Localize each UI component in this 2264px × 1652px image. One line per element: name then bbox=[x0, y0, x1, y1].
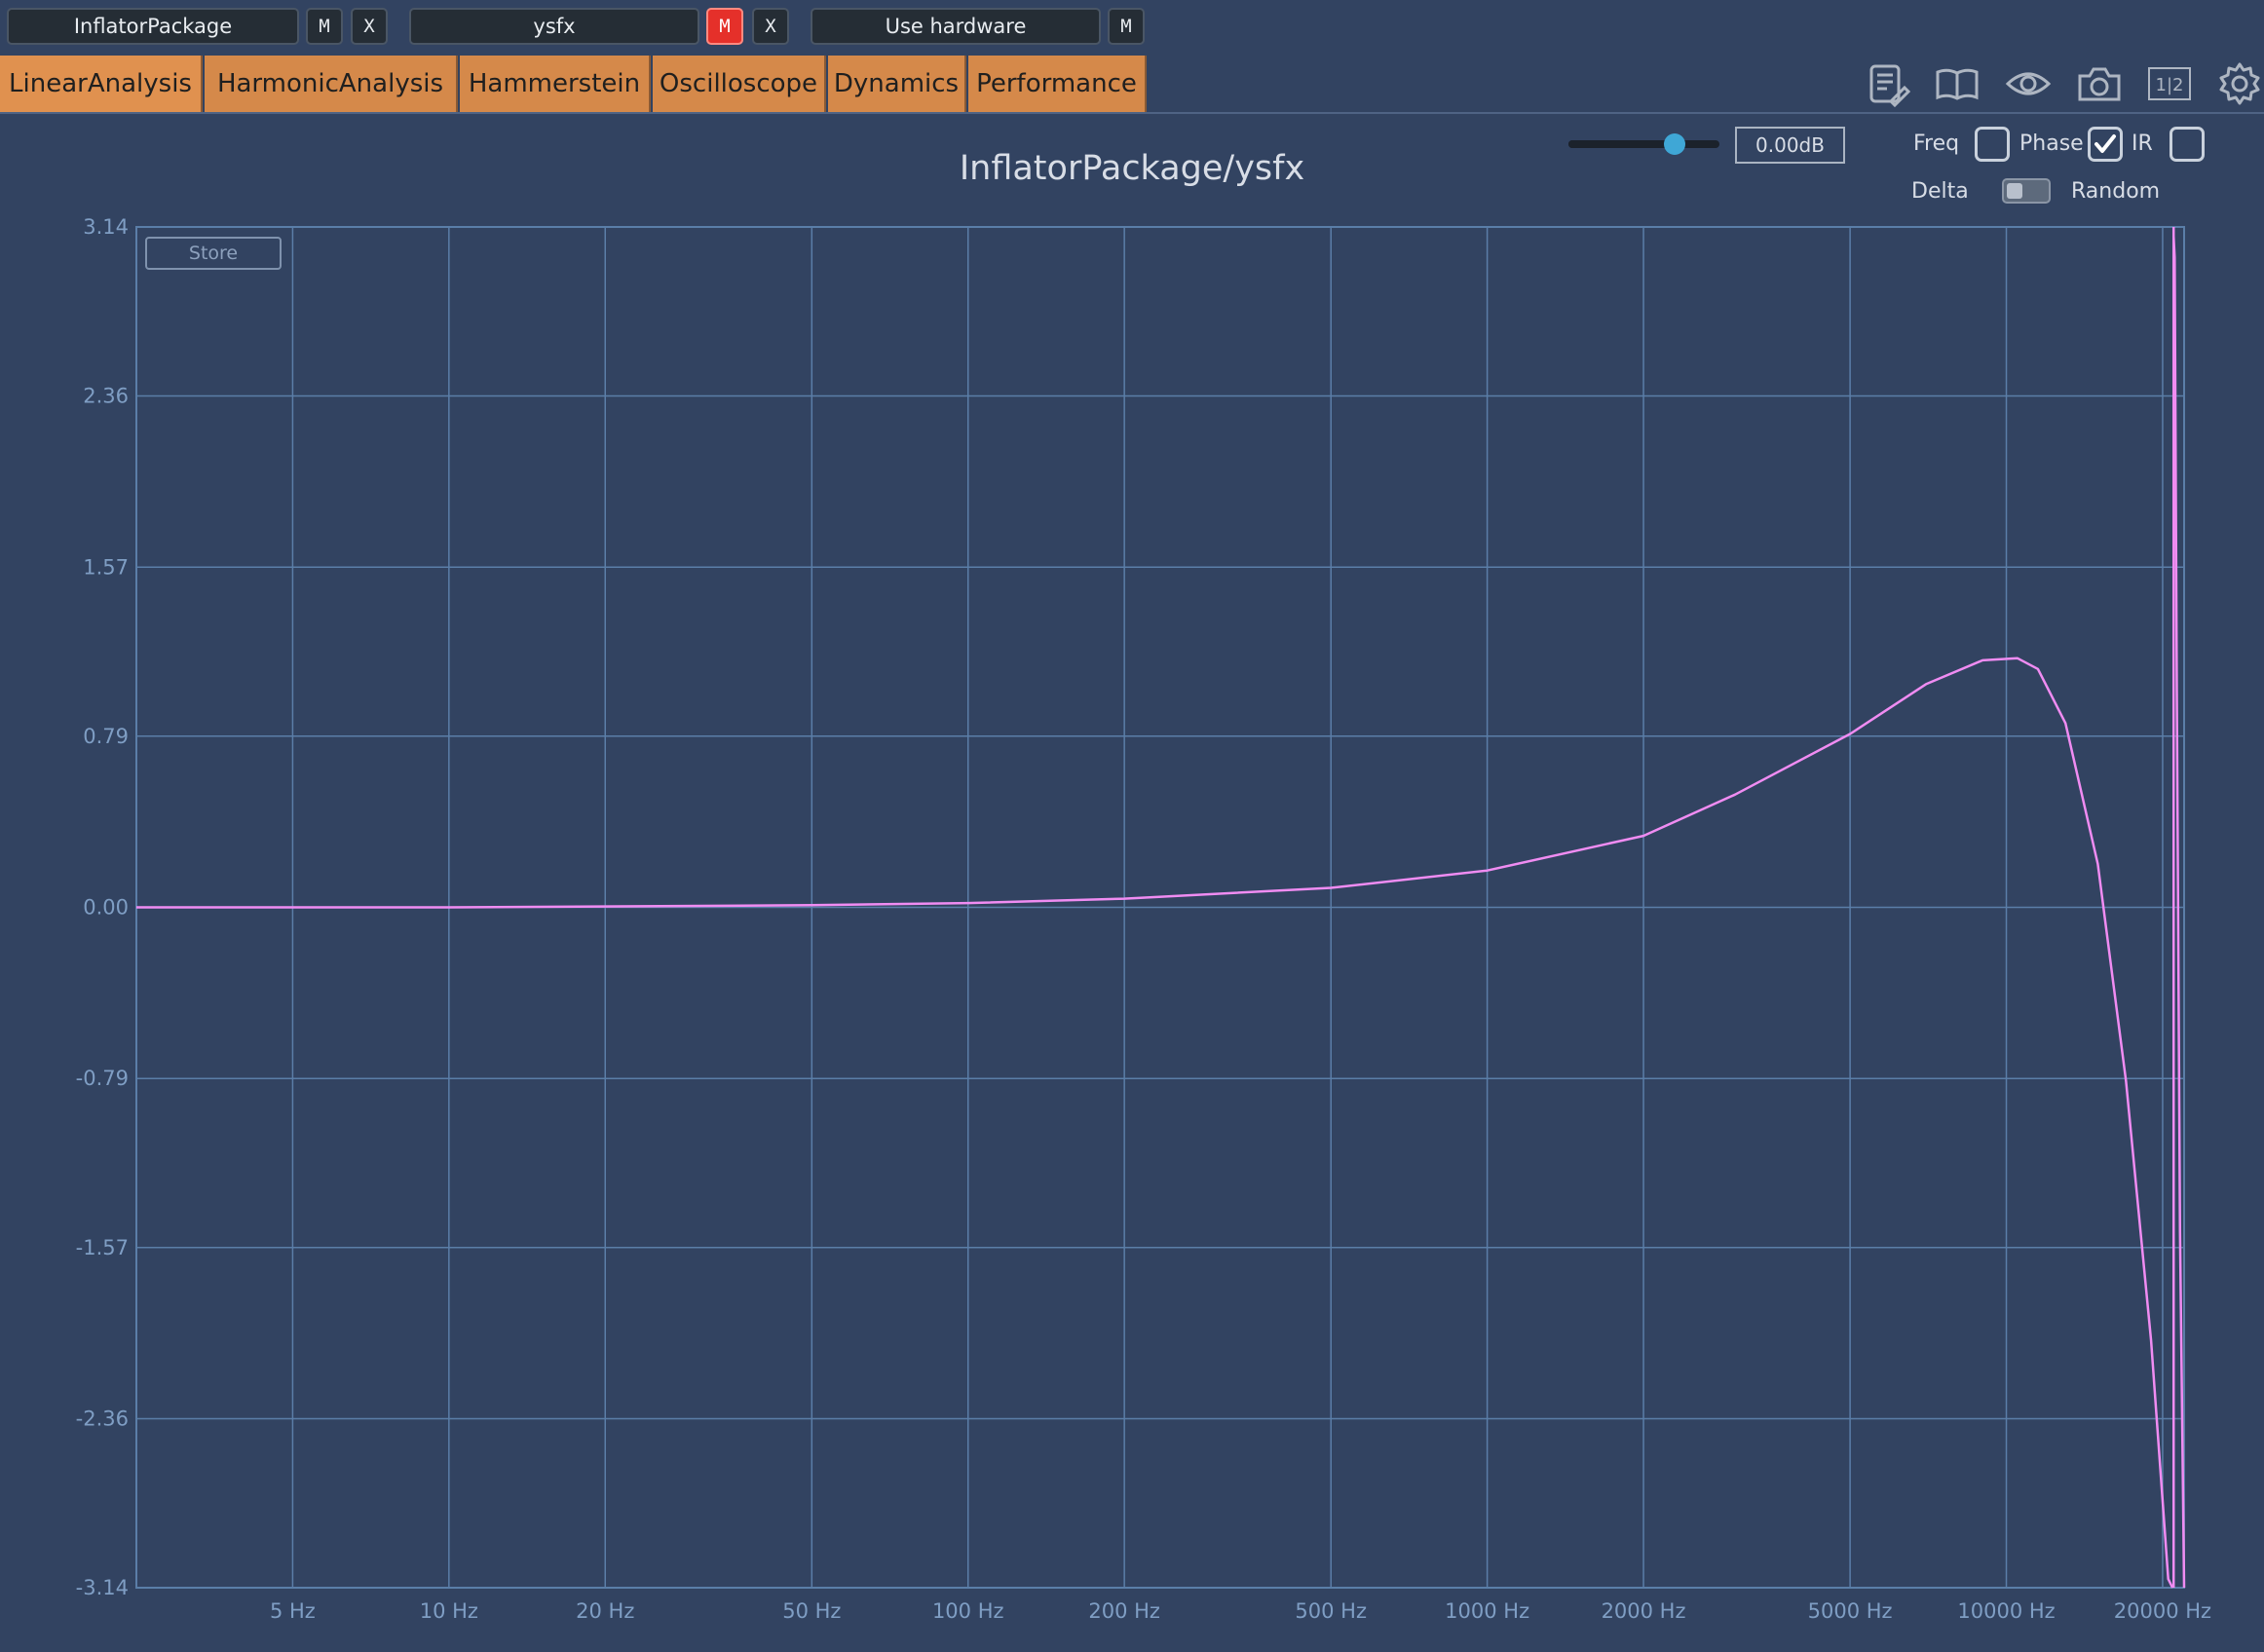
x-tick-label: 200 Hz bbox=[1088, 1599, 1160, 1623]
x-tick-label: 10 Hz bbox=[420, 1599, 478, 1623]
y-tick-label: -2.36 bbox=[76, 1407, 129, 1430]
x-tick-label: 2000 Hz bbox=[1602, 1599, 1686, 1623]
x-tick-label: 20 Hz bbox=[576, 1599, 634, 1623]
y-tick-label: 1.57 bbox=[83, 555, 129, 579]
x-tick-label: 10000 Hz bbox=[1957, 1599, 2055, 1623]
store-button[interactable]: Store bbox=[145, 237, 282, 270]
y-tick-label: 0.00 bbox=[83, 896, 129, 920]
y-tick-label: 3.14 bbox=[83, 215, 129, 239]
x-tick-label: 100 Hz bbox=[932, 1599, 1004, 1623]
y-tick-label: -1.57 bbox=[76, 1236, 129, 1259]
x-tick-label: 5 Hz bbox=[270, 1599, 316, 1623]
x-tick-label: 50 Hz bbox=[782, 1599, 841, 1623]
x-tick-label: 5000 Hz bbox=[1808, 1599, 1893, 1623]
phase-plot: 3.14 2.36 1.57 0.79 0.00 -0.79 -1.57 -2.36 -3.14… bbox=[76, 215, 2211, 1623]
y-tick-label: 0.79 bbox=[83, 725, 129, 748]
phase-trace bbox=[136, 235, 2186, 1589]
x-tick-label: 500 Hz bbox=[1295, 1599, 1367, 1623]
x-tick-label: 1000 Hz bbox=[1445, 1599, 1529, 1623]
y-tick-label: -3.14 bbox=[76, 1576, 129, 1599]
y-tick-label: 2.36 bbox=[83, 385, 129, 408]
y-tick-label: -0.79 bbox=[76, 1067, 129, 1090]
x-tick-label: 20000 Hz bbox=[2114, 1599, 2211, 1623]
